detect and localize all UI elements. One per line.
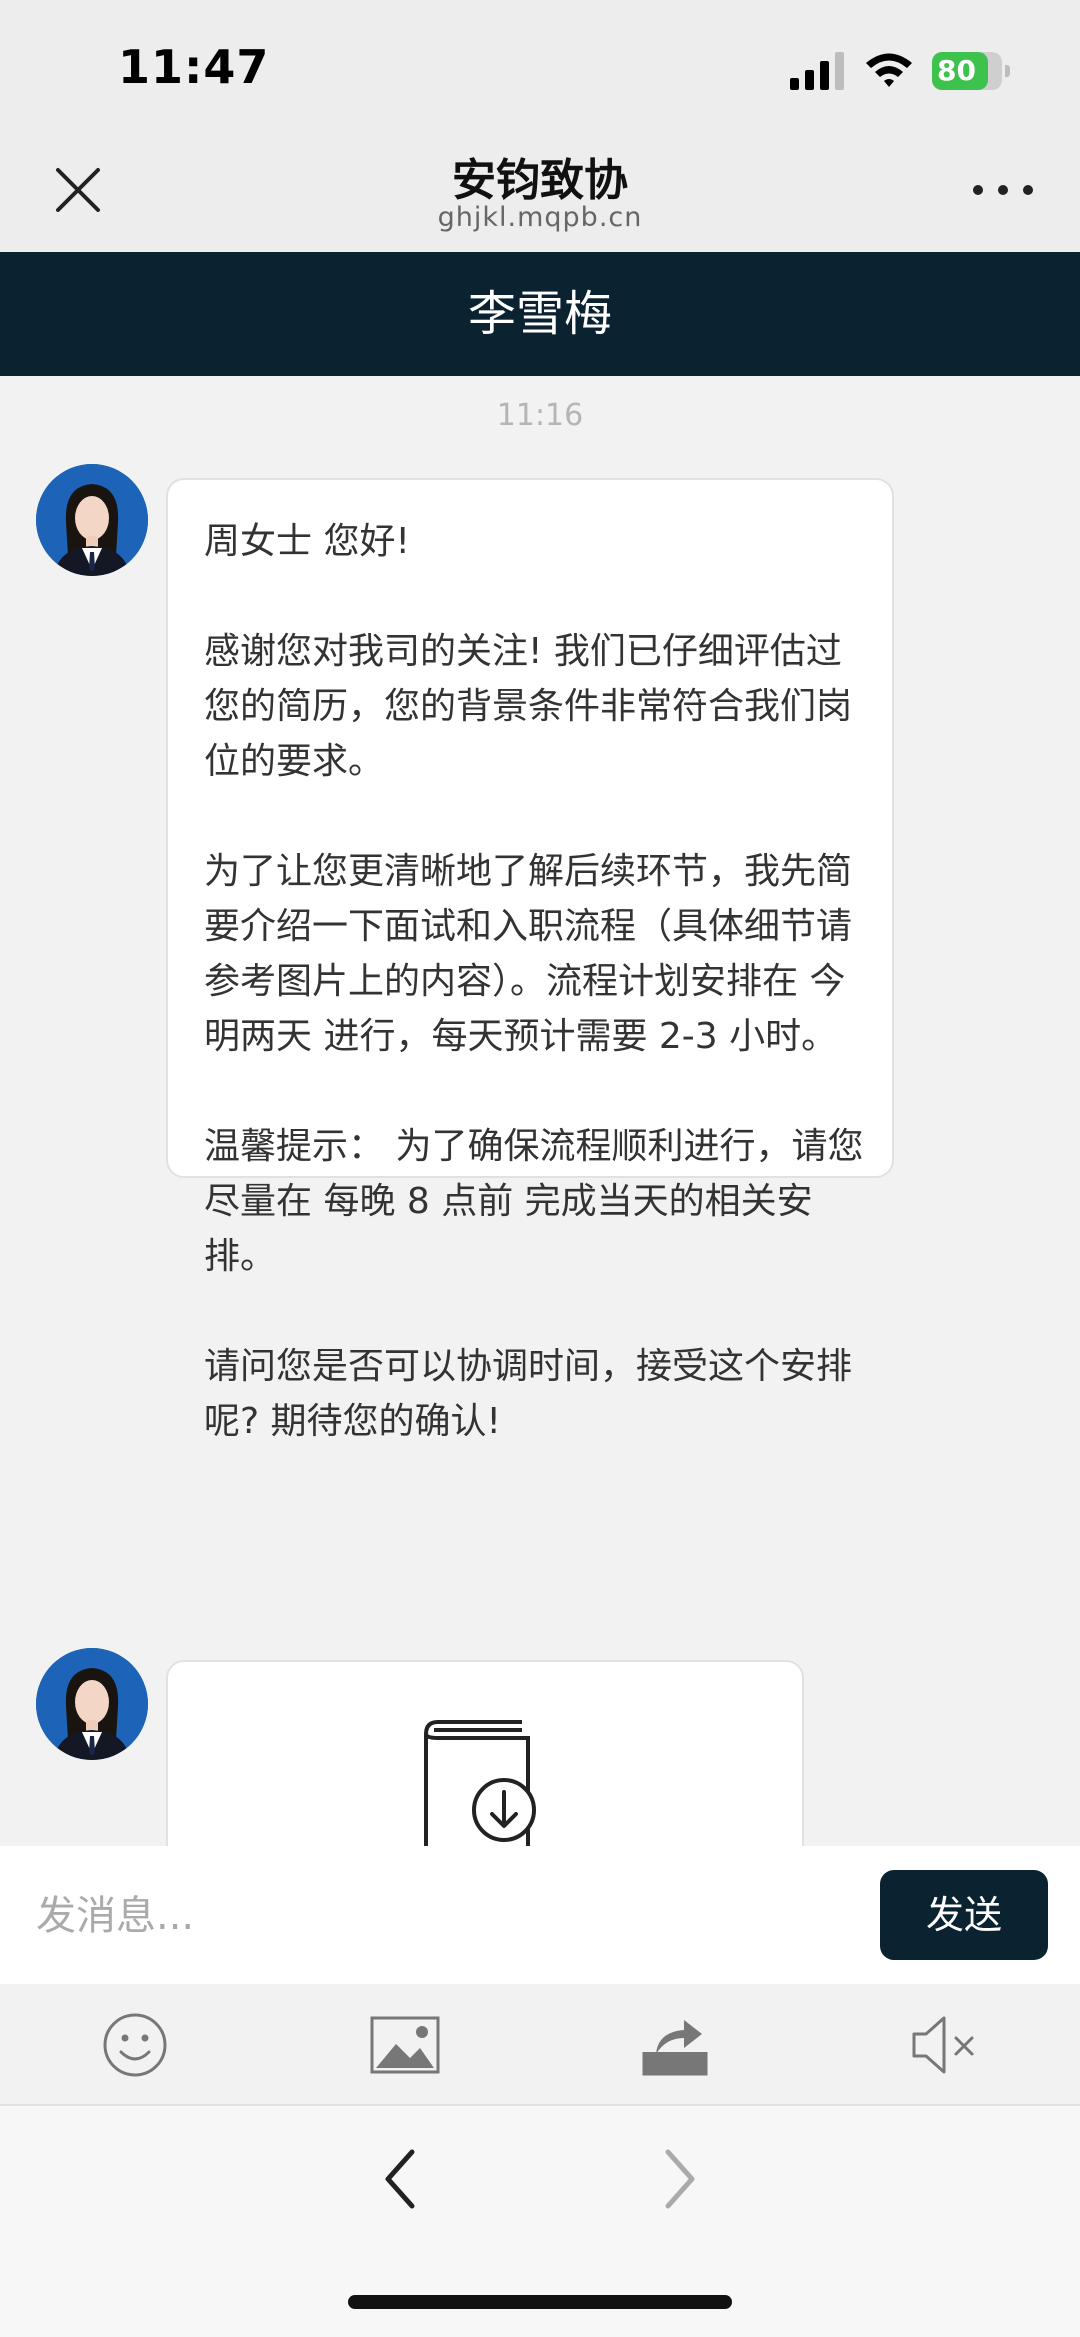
battery-icon: 80: [932, 52, 1010, 90]
battery-level: 80: [937, 54, 976, 87]
avatar[interactable]: [36, 464, 148, 576]
cellular-signal-icon: [790, 52, 844, 90]
send-button[interactable]: 发送: [880, 1870, 1048, 1960]
page-title: 安钧致协: [452, 155, 628, 206]
file-message-card[interactable]: [166, 1660, 804, 1846]
home-indicator[interactable]: [348, 2295, 732, 2309]
status-time: 11:47: [118, 40, 270, 94]
message-timestamp: 11:16: [496, 398, 584, 433]
avatar[interactable]: [36, 1648, 148, 1760]
message-bubble: 周女士 您好! 感谢您对我司的关注! 我们已仔细评估过您的简历，您的背景条件非常…: [166, 478, 894, 1442]
chat-contact-header: 李雪梅: [0, 252, 1080, 376]
message-input-bar: 发送: [0, 1846, 1080, 1984]
message-text: 周女士 您好! 感谢您对我司的关注! 我们已仔细评估过您的简历，您的背景条件非常…: [204, 521, 864, 1442]
page-url: ghjkl.mqpb.cn: [437, 202, 643, 233]
message-input[interactable]: [34, 1880, 858, 1952]
wifi-icon: [866, 53, 912, 87]
back-arrow-icon[interactable]: [378, 2146, 422, 2212]
book-download-icon: [424, 1720, 536, 1846]
chat-message-list[interactable]: 11:16 周女士 您好! 感谢您对我司的关注! 我们已仔细评估过您的简历，您的…: [0, 376, 1080, 1846]
share-icon[interactable]: [638, 2012, 712, 2078]
avatar-portrait-icon: [36, 464, 148, 576]
mute-icon[interactable]: [908, 2012, 982, 2078]
forward-arrow-icon[interactable]: [658, 2146, 702, 2212]
emoji-icon[interactable]: [98, 2012, 172, 2078]
webview-nav-bar: 安钧致协 ghjkl.mqpb.cn: [0, 130, 1080, 252]
avatar-portrait-icon: [36, 1648, 148, 1760]
more-options-icon[interactable]: [968, 160, 1038, 220]
image-icon[interactable]: [368, 2012, 442, 2078]
status-bar: 11:47 80: [0, 0, 1080, 130]
chat-toolbar: [0, 1984, 1080, 2106]
